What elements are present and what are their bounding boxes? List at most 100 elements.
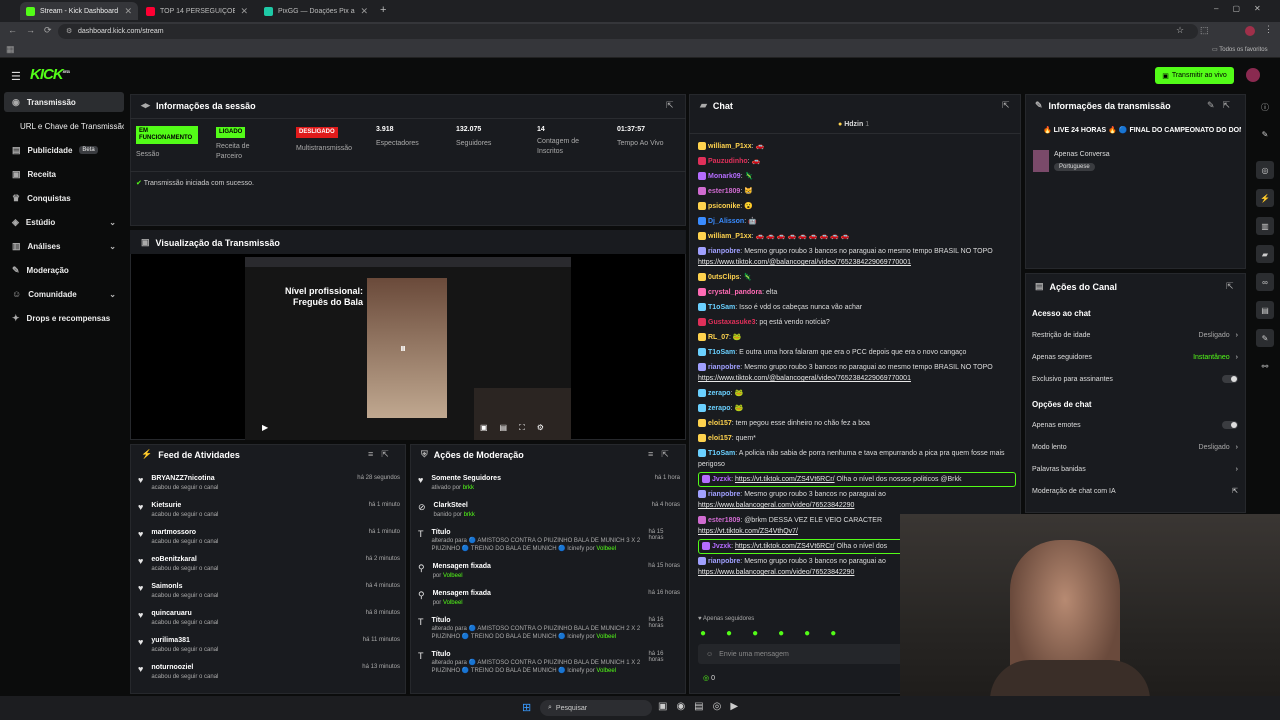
chat-link[interactable]: https://vt.tiktok.com/ZS4Vt6RCr/ xyxy=(735,476,835,483)
browser-tab-pixgg[interactable]: PixGG — Doações Pix ao vivo p ✕ xyxy=(258,2,374,20)
chat-username[interactable]: Jvzxk xyxy=(712,543,731,550)
extensions-icon[interactable]: ⬚ xyxy=(1200,25,1209,36)
profile-avatar[interactable] xyxy=(1245,26,1255,36)
popout-icon[interactable]: ⇱ xyxy=(1226,281,1234,292)
subscribers-only-toggle[interactable] xyxy=(1222,375,1238,383)
rail-bolt-icon[interactable]: ⚡ xyxy=(1256,189,1274,207)
popout-icon[interactable]: ⇱ xyxy=(1002,100,1010,111)
slow-mode-row[interactable]: Modo lento Desligado › xyxy=(1032,440,1238,454)
banned-words-row[interactable]: Palavras banidas › xyxy=(1032,462,1238,476)
pinned-user[interactable]: ● Hdzin 1 xyxy=(838,121,869,128)
rail-doc-icon[interactable]: ▥ xyxy=(1256,217,1274,235)
user-avatar[interactable] xyxy=(1246,68,1260,82)
followers-only-row[interactable]: Apenas seguidores Instantâneo › xyxy=(1032,350,1238,364)
new-tab-icon[interactable]: + xyxy=(380,4,386,16)
chat-username[interactable]: rianpobre xyxy=(708,364,740,371)
browser-menu-icon[interactable]: ⋮ xyxy=(1264,24,1273,35)
chat-username[interactable]: rianpobre xyxy=(708,491,740,498)
edit-icon[interactable]: ✎ xyxy=(1256,125,1274,143)
rail-list-icon[interactable]: ▤ xyxy=(1256,301,1274,319)
chat-link[interactable]: https://www.tiktok.com/@balancogeral/vid… xyxy=(698,259,911,266)
sidebar-item-analises[interactable]: ▥ Análises ⌄ xyxy=(4,236,124,256)
chat-icon: ▰ xyxy=(700,100,707,110)
info-icon[interactable]: ⓘ xyxy=(1256,98,1274,116)
browser-tab-kick[interactable]: Stream - Kick Dashboard ✕ xyxy=(20,2,138,20)
sidebar-item-drops[interactable]: ✦ Drops e recompensas xyxy=(4,308,124,328)
chat-username[interactable]: Jvzxk xyxy=(712,476,731,483)
taskbar-apps-icon[interactable]: ▣◉▤◎▶ xyxy=(658,701,747,712)
chat-username[interactable]: zerapo xyxy=(708,405,731,412)
chat-link[interactable]: https://www.balancogeral.com/video/76523… xyxy=(698,569,854,576)
chat-link[interactable]: https://vt.tiktok.com/ZS4Vt6RCr/ xyxy=(735,543,835,550)
wrench-icon: ✎ xyxy=(1035,100,1043,110)
chat-username[interactable]: Dj_Alisson xyxy=(708,218,744,225)
sidebar-item-transmissao[interactable]: ◉ Transmissão xyxy=(4,92,124,112)
sidebar-item-url-key[interactable]: URL e Chave de Transmissão xyxy=(4,116,124,136)
chat-username[interactable]: Monark09 xyxy=(708,173,741,180)
player-controls-icon[interactable]: ▣▤⛶⚙ xyxy=(480,423,556,433)
chat-username[interactable]: william_P1xx xyxy=(708,233,752,240)
emotes-only-toggle[interactable] xyxy=(1222,421,1238,429)
taskbar-search[interactable]: ⌕ Pesquisar xyxy=(540,700,652,716)
url-field[interactable]: dashboard.kick.com/stream xyxy=(58,24,1198,39)
chat-link[interactable]: https://vt.tiktok.com/ZS4VthQv7/ xyxy=(698,528,798,535)
sidebar-item-comunidade[interactable]: ☺ Comunidade ⌄ xyxy=(4,284,124,304)
close-tab-icon[interactable]: ✕ xyxy=(360,6,368,17)
rail-chat-icon[interactable]: ▰ xyxy=(1256,245,1274,263)
browser-tab-youtube[interactable]: TOP 14 PERSEGUIÇÕES DE 1 ✕ xyxy=(140,2,254,20)
site-info-icon[interactable]: ⚙ xyxy=(66,27,72,35)
sidebar-item-receita[interactable]: ▣ Receita xyxy=(4,164,124,184)
windows-start-icon[interactable]: ⊞ xyxy=(522,701,531,714)
heart-icon: ♥ xyxy=(138,583,144,593)
chat-username[interactable]: psiconike xyxy=(708,203,740,210)
emote-bar[interactable]: ●●●●●● xyxy=(700,628,856,639)
rail-link-icon[interactable]: ∞ xyxy=(1256,273,1274,291)
close-tab-icon[interactable]: ✕ xyxy=(240,6,248,17)
chat-username[interactable]: ester1809 xyxy=(708,517,740,524)
sidebar-item-publicidade[interactable]: ▤ Publicidade Beta xyxy=(4,140,124,160)
filter-popout-icon[interactable]: ≡⇱ xyxy=(368,449,397,460)
ai-moderation-row[interactable]: Moderação de chat com IA ⇱ xyxy=(1032,484,1238,498)
chat-username[interactable]: rianpobre xyxy=(708,558,740,565)
hamburger-menu-icon[interactable]: ☰ xyxy=(11,70,21,83)
chat-username[interactable]: 0utsClips xyxy=(708,274,740,281)
filter-popout-icon[interactable]: ≡⇱ xyxy=(648,449,677,460)
chat-username[interactable]: eloi157 xyxy=(708,435,732,442)
chat-username[interactable]: Gustaxasuke3 xyxy=(708,319,755,326)
apps-icon[interactable]: ▦ xyxy=(6,44,15,55)
go-live-button[interactable]: ▣ Transmitir ao vivo xyxy=(1155,67,1234,84)
chat-username[interactable]: crystal_pandora xyxy=(708,289,762,296)
rail-icon-1[interactable]: ◎ xyxy=(1256,161,1274,179)
stream-info-title: ✎ Informações da transmissão xyxy=(1035,100,1171,111)
popout-icon[interactable]: ⇱ xyxy=(666,100,674,111)
pause-icon[interactable]: ⏸ xyxy=(400,341,406,356)
chat-link[interactable]: https://www.balancogeral.com/video/76523… xyxy=(698,502,854,509)
sidebar-item-estudio[interactable]: ◈ Estúdio ⌄ xyxy=(4,212,124,232)
channel-points[interactable]: ◎ 0 xyxy=(703,674,715,682)
kick-logo[interactable]: KICKBETA xyxy=(30,66,70,83)
category-name[interactable]: Apenas Conversa xyxy=(1054,151,1110,158)
chat-username[interactable]: william_P1xx xyxy=(708,143,752,150)
play-icon[interactable]: ▶ xyxy=(262,423,268,432)
chat-username[interactable]: ester1809 xyxy=(708,188,740,195)
chat-link[interactable]: https://www.tiktok.com/@balancogeral/vid… xyxy=(698,375,911,382)
chat-username[interactable]: T1oSam xyxy=(708,349,735,356)
age-restriction-row[interactable]: Restrição de idade Desligado › xyxy=(1032,328,1238,342)
nav-buttons-icon[interactable]: ←→⟳ xyxy=(8,25,61,36)
rail-wrench-icon[interactable]: ✎ xyxy=(1256,329,1274,347)
sidebar-item-conquistas[interactable]: ♛ Conquistas xyxy=(4,188,124,208)
window-controls[interactable]: –▢✕ xyxy=(1214,4,1275,13)
sidebar-item-moderacao[interactable]: ✎ Moderação xyxy=(4,260,124,280)
chat-username[interactable]: T1oSam xyxy=(708,304,735,311)
star-icon[interactable]: ☆ xyxy=(1176,25,1184,36)
chat-username[interactable]: T1oSam xyxy=(708,450,735,457)
rail-share-icon[interactable]: ⚯ xyxy=(1256,357,1274,375)
chat-username[interactable]: zerapo xyxy=(708,390,731,397)
chat-username[interactable]: eloi157 xyxy=(708,420,732,427)
chat-username[interactable]: RL_07 xyxy=(708,334,729,341)
all-bookmarks[interactable]: ▭ Todos os favoritos xyxy=(1212,46,1268,53)
edit-popout-icon[interactable]: ✎⇱ xyxy=(1207,100,1238,111)
chat-username[interactable]: rianpobre xyxy=(708,248,740,255)
close-tab-icon[interactable]: ✕ xyxy=(124,6,132,17)
chat-username[interactable]: Pauzudinho xyxy=(708,158,748,165)
